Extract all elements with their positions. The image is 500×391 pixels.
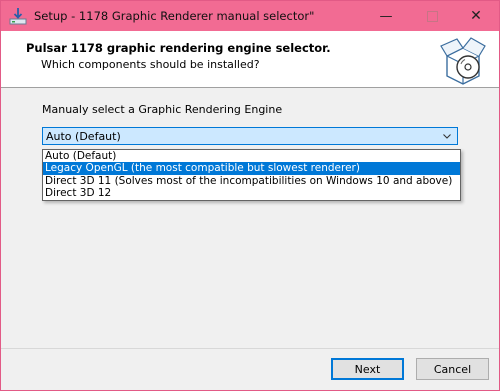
minimize-button[interactable]: — (363, 1, 409, 31)
combobox-value: Auto (Defaut) (46, 130, 121, 143)
minimize-icon: — (379, 8, 393, 24)
window-title: Setup - 1178 Graphic Renderer manual sel… (34, 9, 315, 23)
next-button[interactable]: Next (331, 358, 404, 380)
package-disc-icon (440, 37, 486, 85)
footer-divider (1, 348, 499, 349)
close-icon: ✕ (470, 8, 482, 24)
option-legacy-opengl[interactable]: Legacy OpenGL (the most compatible but s… (43, 162, 460, 175)
installer-arrow-icon (9, 8, 27, 25)
renderer-combobox[interactable]: Auto (Defaut) (42, 127, 458, 145)
maximize-button[interactable] (409, 1, 455, 31)
close-button[interactable]: ✕ (453, 1, 499, 31)
chevron-down-icon[interactable] (442, 129, 452, 143)
page-title: Pulsar 1178 graphic rendering engine sel… (26, 41, 331, 55)
setup-window: Setup - 1178 Graphic Renderer manual sel… (0, 0, 500, 391)
page-subtitle: Which components should be installed? (41, 58, 260, 71)
maximize-icon (426, 10, 438, 22)
option-direct3d-12[interactable]: Direct 3D 12 (43, 187, 460, 200)
engine-select-label: Manualy select a Graphic Rendering Engin… (42, 103, 283, 116)
renderer-dropdown-list[interactable]: Auto (Defaut) Legacy OpenGL (the most co… (42, 149, 461, 201)
title-bar[interactable]: Setup - 1178 Graphic Renderer manual sel… (1, 1, 499, 31)
header-panel: Pulsar 1178 graphic rendering engine sel… (1, 31, 499, 88)
cancel-button[interactable]: Cancel (416, 358, 489, 380)
